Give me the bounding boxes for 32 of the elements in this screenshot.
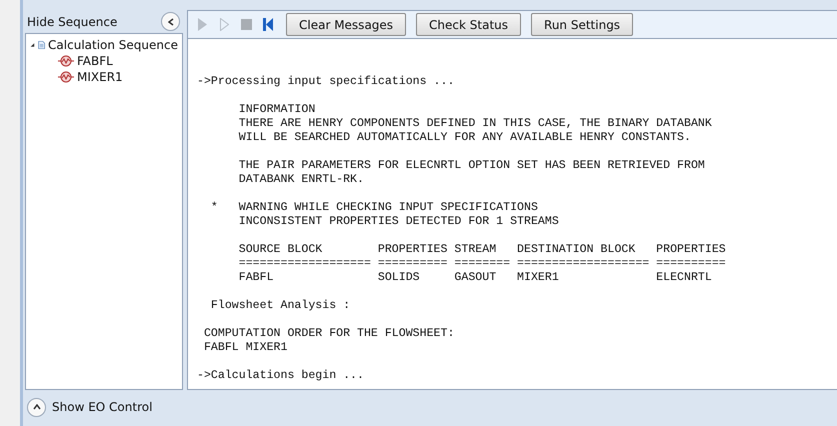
toolbar-button[interactable]: Run Settings	[531, 13, 634, 36]
block-icon	[58, 55, 74, 67]
log-line: DATABANK ENRTL-RK.	[238, 173, 365, 187]
tree-item[interactable]: MIXER1	[77, 70, 123, 84]
log-line: ->Processing input specifications ...	[197, 75, 456, 89]
log-line: INFORMATION	[238, 103, 316, 117]
tree-item[interactable]: Calculation Sequence	[48, 38, 178, 52]
expand-triangle-icon[interactable]	[30, 41, 35, 49]
log-line: FABFL SOLIDS GASOUT MIXER1 ELECNRTL	[238, 271, 713, 285]
log-line: Flowsheet Analysis :	[210, 299, 352, 313]
log-line: =================== ========== ======== =================== ==========	[238, 257, 727, 271]
log-line: SOURCE BLOCK PROPERTIES STREAM DESTINATION BLOCK PROPERTIES	[238, 243, 727, 257]
document-icon	[38, 38, 46, 52]
reset-icon[interactable]	[263, 18, 273, 31]
footer-label: Show EO Control	[52, 400, 152, 414]
toolbar-button[interactable]: Clear Messages	[286, 13, 406, 36]
collapse-button[interactable]	[161, 12, 180, 31]
log-line: THERE ARE HENRY COMPONENTS DEFINED IN THIS CASE, THE BINARY DATABANK	[238, 117, 713, 131]
chevron-up-icon	[32, 404, 40, 410]
block-icon	[58, 71, 74, 83]
log-line: WILL BE SEARCHED AUTOMATICALLY FOR ANY AVAILABLE HENRY CONSTANTS.	[238, 131, 692, 145]
log-line: FABFL MIXER1	[202, 341, 288, 355]
panel-title: Hide Sequence	[27, 14, 118, 28]
toolbar-button[interactable]: Check Status	[416, 13, 522, 36]
expand-button[interactable]	[27, 398, 46, 416]
log-line: INCONSISTENT PROPERTIES DETECTED FOR 1 STREAMS	[238, 215, 560, 229]
log-line: * WARNING WHILE CHECKING INPUT SPECIFICATIONS	[210, 201, 539, 215]
log-line: THE PAIR PARAMETERS FOR ELECNRTL OPTION SET HAS BEEN RETRIEVED FROM	[238, 159, 706, 173]
log-line: ->Calculations begin ...	[197, 369, 365, 383]
chevron-left-icon	[168, 18, 174, 26]
log-line: COMPUTATION ORDER FOR THE FLOWSHEET:	[202, 327, 456, 341]
tree-item[interactable]: FABFL	[77, 54, 113, 68]
